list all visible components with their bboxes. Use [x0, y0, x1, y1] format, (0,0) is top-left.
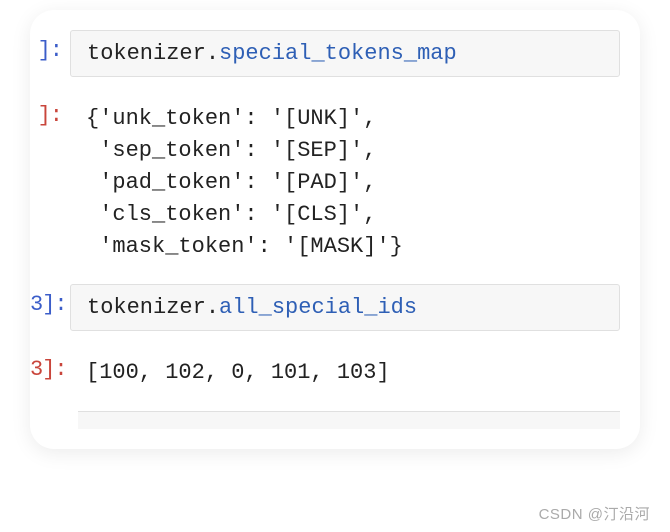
prompt-num: 3 [30, 292, 42, 317]
code-input-2[interactable]: tokenizer.all_special_ids [70, 284, 620, 331]
code-object: tokenizer. [87, 41, 219, 66]
output-prompt-1: ]: [30, 95, 70, 128]
code-attribute: special_tokens_map [219, 41, 457, 66]
code-attribute: all_special_ids [219, 295, 417, 320]
watermark-label: CSDN @汀沿河 [539, 503, 650, 524]
partial-next-cell [30, 411, 640, 429]
input-prompt-2: 3]: [30, 284, 70, 317]
partial-input[interactable] [78, 411, 620, 429]
notebook-container: ]: tokenizer.special_tokens_map ]: {'unk… [30, 10, 640, 449]
input-prompt-1: ]: [30, 30, 70, 63]
output-cell-1: ]: {'unk_token': '[UNK]', 'sep_token': '… [30, 95, 640, 266]
input-cell-2: 3]: tokenizer.all_special_ids [30, 284, 640, 331]
input-cell-1: ]: tokenizer.special_tokens_map [30, 30, 640, 77]
output-prompt-2: 3]: [30, 349, 70, 382]
prompt-num: 3 [30, 357, 42, 382]
code-object: tokenizer. [87, 295, 219, 320]
code-input-1[interactable]: tokenizer.special_tokens_map [70, 30, 620, 77]
code-output-2: [100, 102, 0, 101, 103] [70, 349, 640, 393]
code-output-1: {'unk_token': '[UNK]', 'sep_token': '[SE… [70, 95, 640, 266]
output-cell-2: 3]: [100, 102, 0, 101, 103] [30, 349, 640, 393]
